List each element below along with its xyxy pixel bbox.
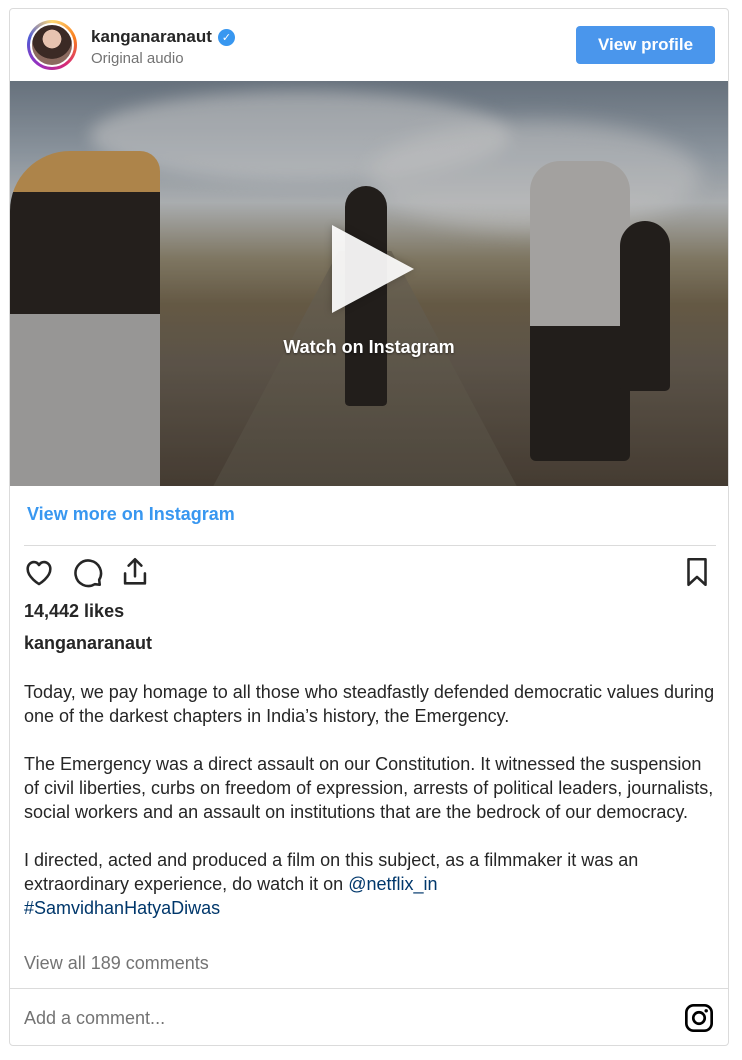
view-all-comments-link[interactable]: View all 189 comments [24, 953, 209, 974]
divider [24, 545, 716, 546]
post-header: kanganaranaut ✓ Original audio View prof… [10, 9, 728, 81]
comment-input[interactable] [24, 1005, 624, 1031]
caption-paragraph: I directed, acted and produced a film on… [24, 848, 716, 920]
view-more-link[interactable]: View more on Instagram [27, 504, 235, 525]
caption-paragraph: Today, we pay homage to all those who st… [24, 682, 715, 726]
username-row: kanganaranaut ✓ [91, 27, 235, 47]
avatar-image [30, 23, 74, 67]
caption-username[interactable]: kanganaranaut [24, 633, 152, 654]
instagram-embed-card: kanganaranaut ✓ Original audio View prof… [9, 8, 729, 1046]
user-block: kanganaranaut ✓ Original audio [91, 27, 235, 67]
mention-link[interactable]: @netflix_in [348, 874, 437, 894]
bookmark-icon[interactable] [680, 555, 714, 594]
watch-on-instagram-label[interactable]: Watch on Instagram [10, 337, 728, 358]
instagram-logo-icon[interactable] [683, 1002, 715, 1039]
avatar[interactable] [27, 20, 77, 70]
hashtag-link[interactable]: #SamvidhanHatyaDiwas [24, 898, 220, 918]
comment-icon[interactable] [70, 555, 104, 594]
caption-text: Today, we pay homage to all those who st… [24, 680, 716, 920]
caption-paragraph-text: I directed, acted and produced a film on… [24, 850, 639, 894]
play-icon[interactable] [332, 225, 414, 313]
heart-icon[interactable] [22, 555, 56, 594]
divider [10, 988, 728, 989]
share-icon[interactable] [118, 555, 152, 594]
audio-label[interactable]: Original audio [91, 50, 235, 67]
view-profile-button[interactable]: View profile [576, 26, 715, 64]
caption-paragraph: The Emergency was a direct assault on ou… [24, 754, 714, 822]
username-link[interactable]: kanganaranaut [91, 27, 212, 47]
video-thumbnail[interactable]: Watch on Instagram [10, 81, 728, 486]
likes-count[interactable]: 14,442 likes [24, 601, 124, 622]
verified-badge-icon: ✓ [217, 28, 235, 46]
